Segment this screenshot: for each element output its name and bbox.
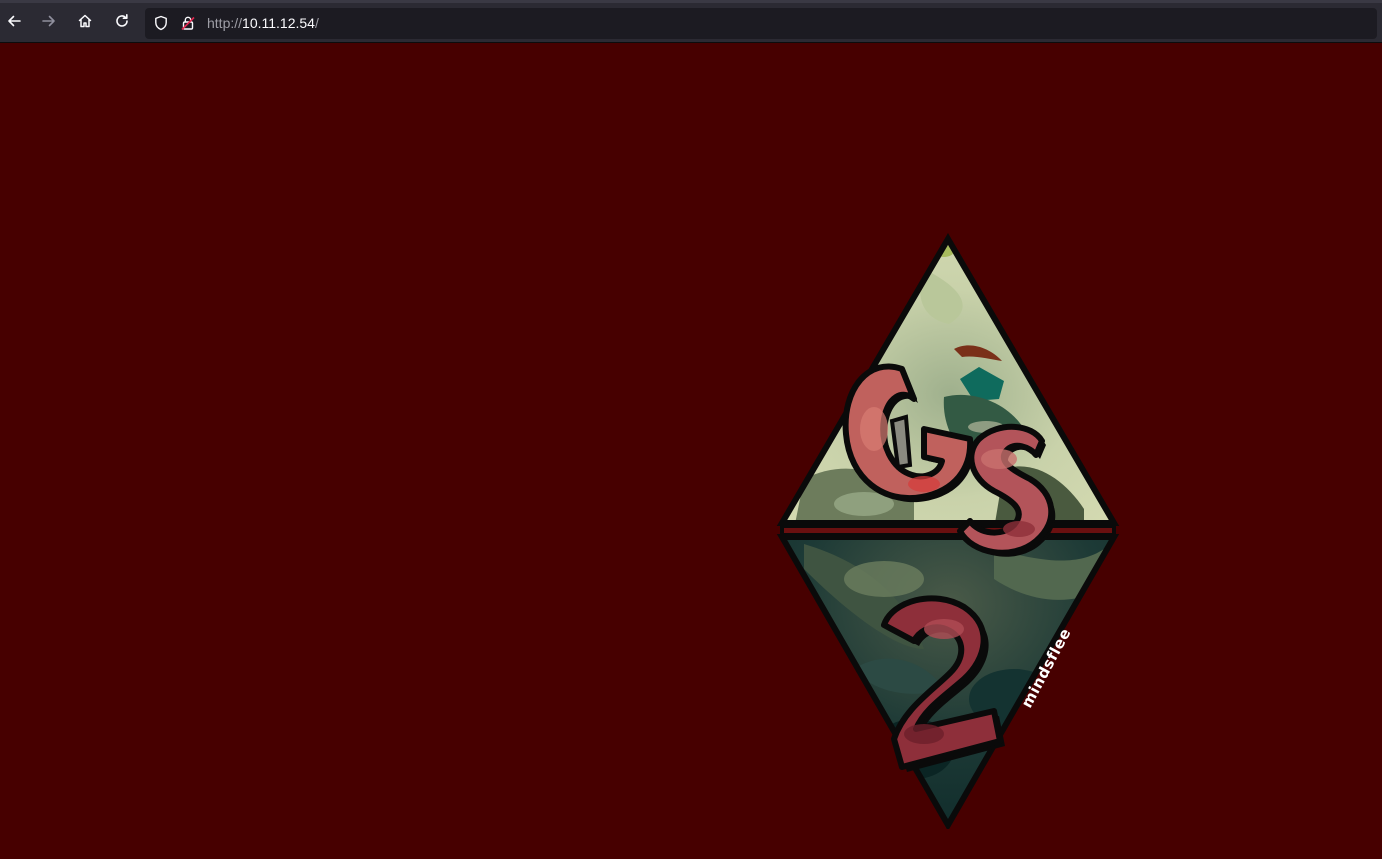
url-path: /: [314, 15, 319, 31]
forward-button[interactable]: [35, 9, 63, 37]
url-host: 10.11.12.54: [242, 15, 315, 31]
address-bar[interactable]: http://10.11.12.54/: [145, 8, 1377, 39]
browser-toolbar: http://10.11.12.54/: [0, 0, 1382, 43]
reload-button[interactable]: [108, 9, 136, 37]
back-button[interactable]: [0, 9, 28, 37]
reload-icon: [114, 13, 130, 33]
url-scheme: http://: [207, 15, 243, 31]
page-content: mindsflee: [0, 43, 1382, 859]
url-text[interactable]: http://10.11.12.54/: [207, 15, 319, 32]
home-icon: [77, 13, 93, 33]
arrow-left-icon: [6, 13, 22, 33]
home-button[interactable]: [71, 9, 99, 37]
insecure-lock-icon[interactable]: [180, 15, 196, 31]
gs2-diamond-logo: mindsflee: [776, 233, 1120, 829]
shield-icon[interactable]: [153, 15, 169, 31]
arrow-right-icon: [41, 13, 57, 33]
